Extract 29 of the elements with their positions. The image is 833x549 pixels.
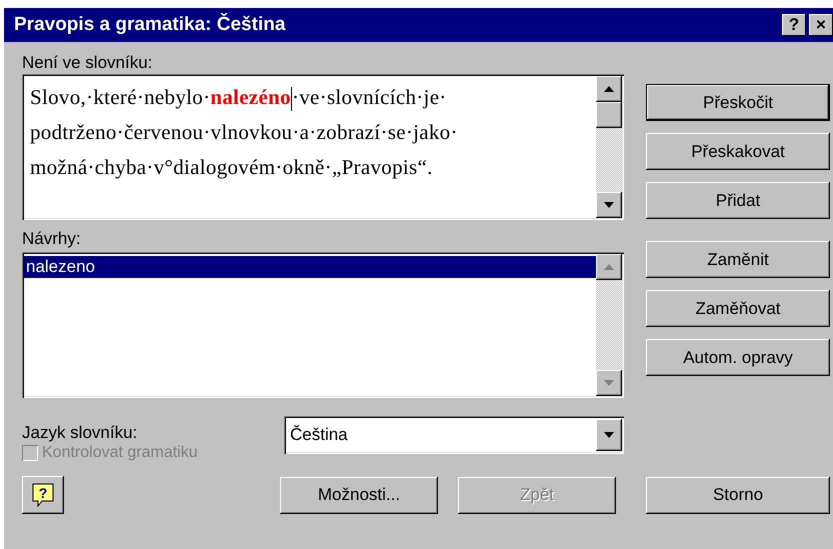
down-arrow-icon xyxy=(604,380,614,386)
down-arrow-icon xyxy=(604,202,614,208)
text-box[interactable]: Slovo,·které·nebylo·nalezéno·ve·slovnících·je· podtrženo·červenou·vlnovkou·a·zobrazí·se·jako· možná·chyba·v°dialogovém·okně·„Pravopis“. xyxy=(22,74,624,220)
sentence-text: Slovo,·které·nebylo·nalezéno·ve·slovnících·je· podtrženo·červenou·vlnovkou·a·zobrazí·se·jako· možná·chyba·v°dialogovém·okně·„Pravopis“. xyxy=(29,84,459,181)
field-label: Návrhy: xyxy=(22,228,82,250)
action-button[interactable]: Zaměňovat xyxy=(646,290,830,327)
checkbox-label: Kontrolovat gramatiku xyxy=(42,444,198,462)
help-button[interactable]: ? xyxy=(22,476,64,514)
field-label: Jazyk slovníku: xyxy=(22,422,138,444)
scrollbar-thumb[interactable] xyxy=(596,102,622,128)
action-button[interactable]: Zaměnit xyxy=(646,241,830,278)
language-dropdown[interactable]: Čeština xyxy=(284,416,624,454)
down-arrow-icon xyxy=(604,432,614,438)
suggestion-item[interactable]: nalezeno xyxy=(24,256,596,278)
up-arrow-icon xyxy=(604,264,614,270)
field-label: Není ve slovníku: xyxy=(22,52,154,74)
action-button[interactable]: Přeskočit xyxy=(646,84,830,121)
action-button[interactable]: Autom. opravy xyxy=(646,339,830,376)
help-button[interactable]: ? xyxy=(782,14,806,36)
question-mark: ? xyxy=(38,485,48,501)
action-button[interactable]: Přeskakovat xyxy=(646,133,830,170)
dialog-button[interactable]: Možnosti... xyxy=(280,476,438,514)
window-title: Pravopis a gramatika: Čeština xyxy=(14,14,286,36)
up-arrow-icon xyxy=(604,86,614,92)
scrollbar[interactable] xyxy=(596,76,622,218)
scrollbar[interactable] xyxy=(596,254,622,396)
action-button[interactable]: Přidat xyxy=(646,182,830,219)
close-button[interactable]: × xyxy=(809,14,833,36)
dialog-button[interactable]: Storno xyxy=(646,476,830,514)
